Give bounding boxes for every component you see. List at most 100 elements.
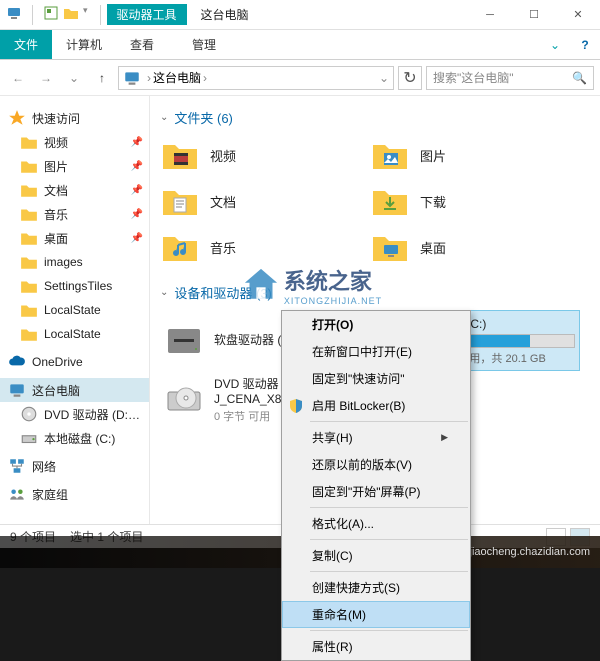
sidebar-item-documents[interactable]: 文档📌 xyxy=(0,178,149,202)
folder-music[interactable]: 音乐 xyxy=(160,227,340,267)
properties-icon[interactable] xyxy=(43,5,59,21)
ctx-restore-previous[interactable]: 还原以前的版本(V) xyxy=(282,451,470,478)
folder-icon xyxy=(20,157,38,175)
floppy-icon xyxy=(164,321,204,361)
chevron-right-icon: ▶ xyxy=(441,432,448,443)
folder-videos[interactable]: 视频 xyxy=(160,135,340,175)
chevron-down-icon: ⌄ xyxy=(160,112,168,123)
ctx-open[interactable]: 打开(O) xyxy=(282,311,470,338)
ribbon: 文件 计算机 查看 管理 ⌄ ? xyxy=(0,30,600,60)
folder-icon xyxy=(20,325,38,343)
shield-icon xyxy=(288,398,304,414)
search-input[interactable]: 搜索"这台电脑" 🔍 xyxy=(426,66,594,90)
drive-icon xyxy=(20,429,38,447)
network-icon xyxy=(8,457,26,475)
file-tab[interactable]: 文件 xyxy=(0,30,52,59)
ctx-create-shortcut[interactable]: 创建快捷方式(S) xyxy=(282,574,470,601)
folder-desktop[interactable]: 桌面 xyxy=(370,227,550,267)
tools-tab[interactable]: 驱动器工具 xyxy=(107,4,187,25)
pin-icon: 📌 xyxy=(131,209,143,220)
folder-pictures[interactable]: 图片 xyxy=(370,135,550,175)
sidebar-homegroup[interactable]: 家庭组 xyxy=(0,482,149,506)
navbar: ← → ⌄ ↑ › 这台电脑 › ⌄ ↻ 搜索"这台电脑" 🔍 xyxy=(0,60,600,96)
folder-icon xyxy=(370,181,410,221)
context-menu: 打开(O) 在新窗口中打开(E) 固定到"快速访问" 启用 BitLocker(… xyxy=(281,310,471,661)
sidebar-item-localstate2[interactable]: LocalState xyxy=(0,322,149,346)
close-button[interactable]: ✕ xyxy=(556,0,600,30)
ctx-copy[interactable]: 复制(C) xyxy=(282,542,470,569)
folder-icon xyxy=(20,253,38,271)
drives-group-header[interactable]: ⌄设备和驱动器 (3) xyxy=(160,283,590,302)
ctx-format[interactable]: 格式化(A)... xyxy=(282,510,470,537)
chevron-right-icon[interactable]: › xyxy=(147,71,151,85)
sidebar-item-localstate[interactable]: LocalState xyxy=(0,298,149,322)
sidebar-item-videos[interactable]: 视频📌 xyxy=(0,130,149,154)
addr-dropdown-icon[interactable]: ⌄ xyxy=(379,71,389,85)
pc-icon xyxy=(123,69,141,87)
up-button[interactable]: ↑ xyxy=(90,66,114,90)
sidebar-item-desktop[interactable]: 桌面📌 xyxy=(0,226,149,250)
view-tab[interactable]: 查看 xyxy=(116,30,168,59)
folder-icon xyxy=(20,229,38,247)
separator xyxy=(310,507,468,508)
folder-icon xyxy=(20,277,38,295)
sidebar-item-music[interactable]: 音乐📌 xyxy=(0,202,149,226)
sidebar-item-pictures[interactable]: 图片📌 xyxy=(0,154,149,178)
help-icon[interactable]: ? xyxy=(570,30,600,59)
ctx-rename[interactable]: 重命名(M) xyxy=(282,601,470,628)
ctx-pin-quick-access[interactable]: 固定到"快速访问" xyxy=(282,365,470,392)
folder-icon xyxy=(370,227,410,267)
address-location[interactable]: 这台电脑 xyxy=(153,69,201,86)
sidebar-item-settingstiles[interactable]: SettingsTiles xyxy=(0,274,149,298)
sidebar-item-images[interactable]: images xyxy=(0,250,149,274)
chevron-down-icon: ⌄ xyxy=(160,287,168,298)
ctx-pin-start[interactable]: 固定到"开始"屏幕(P) xyxy=(282,478,470,505)
ctx-open-new-window[interactable]: 在新窗口中打开(E) xyxy=(282,338,470,365)
ctx-share[interactable]: 共享(H)▶ xyxy=(282,424,470,451)
address-bar[interactable]: › 这台电脑 › ⌄ xyxy=(118,66,394,90)
folders-group-header[interactable]: ⌄文件夹 (6) xyxy=(160,108,590,127)
folder-documents[interactable]: 文档 xyxy=(160,181,340,221)
sidebar-quick-access[interactable]: 快速访问 xyxy=(0,106,149,130)
sidebar-dvd[interactable]: DVD 驱动器 (D:) J_C xyxy=(0,402,149,426)
disc-drive-icon xyxy=(164,380,204,420)
sidebar-network[interactable]: 网络 xyxy=(0,454,149,478)
sidebar-local-disk[interactable]: 本地磁盘 (C:) xyxy=(0,426,149,450)
qat-dropdown-icon[interactable]: ▾ xyxy=(83,5,88,25)
folder-icon xyxy=(20,181,38,199)
separator xyxy=(310,539,468,540)
folder-icon xyxy=(20,205,38,223)
back-button[interactable]: ← xyxy=(6,66,30,90)
manage-tab[interactable]: 管理 xyxy=(178,30,230,59)
history-dropdown-icon[interactable]: ⌄ xyxy=(62,66,86,90)
titlebar: ▾ 驱动器工具 这台电脑 ─ ☐ ✕ xyxy=(0,0,600,30)
window-title: 这台电脑 xyxy=(187,4,263,25)
homegroup-icon xyxy=(8,485,26,503)
folder-icon xyxy=(370,135,410,175)
search-placeholder: 搜索"这台电脑" xyxy=(433,69,514,86)
ctx-properties[interactable]: 属性(R) xyxy=(282,633,470,660)
star-icon xyxy=(8,109,26,127)
search-icon[interactable]: 🔍 xyxy=(572,71,587,85)
sidebar-onedrive[interactable]: OneDrive xyxy=(0,350,149,374)
ribbon-expand-icon[interactable]: ⌄ xyxy=(540,30,570,59)
pin-icon: 📌 xyxy=(131,137,143,148)
computer-tab[interactable]: 计算机 xyxy=(52,30,116,59)
forward-button: → xyxy=(34,66,58,90)
pin-icon: 📌 xyxy=(131,233,143,244)
separator xyxy=(310,571,468,572)
minimize-button[interactable]: ─ xyxy=(468,0,512,30)
sidebar: 快速访问 视频📌 图片📌 文档📌 音乐📌 桌面📌 images Settings… xyxy=(0,96,150,524)
cloud-icon xyxy=(8,353,26,371)
folder-icon xyxy=(160,181,200,221)
folder-downloads[interactable]: 下载 xyxy=(370,181,550,221)
separator xyxy=(310,630,468,631)
sidebar-this-pc[interactable]: 这台电脑 xyxy=(0,378,149,402)
ctx-bitlocker[interactable]: 启用 BitLocker(B) xyxy=(282,392,470,419)
folder-icon xyxy=(20,133,38,151)
pc-icon xyxy=(6,5,22,21)
maximize-button[interactable]: ☐ xyxy=(512,0,556,30)
folder-icon[interactable] xyxy=(63,5,79,21)
chevron-right-icon[interactable]: › xyxy=(203,71,207,85)
refresh-button[interactable]: ↻ xyxy=(398,66,422,90)
